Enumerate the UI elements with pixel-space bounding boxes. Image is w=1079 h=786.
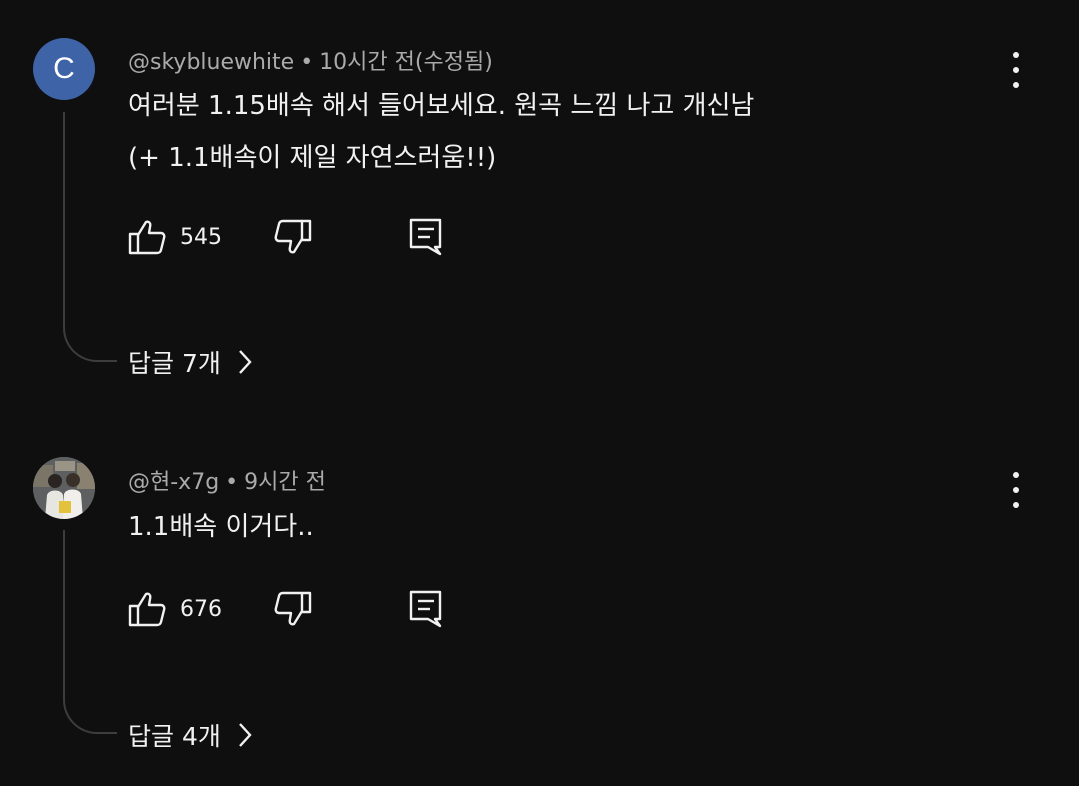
view-replies-button[interactable]: 답글 4개 bbox=[128, 715, 253, 755]
dislike-button[interactable] bbox=[274, 217, 312, 257]
comment-text-line: 여러분 1.15배속 해서 들어보세요. 원곡 느낌 나고 개신남 bbox=[128, 91, 755, 121]
comment-text: 1.1배속 이거다.. bbox=[128, 501, 314, 553]
thumb-up-icon bbox=[128, 592, 166, 627]
comment-text-line: 1.1배속 이거다.. bbox=[128, 512, 314, 542]
like-count: 545 bbox=[180, 224, 222, 250]
comment-icon bbox=[409, 590, 442, 628]
chevron-right-icon bbox=[237, 722, 253, 748]
comment-icon bbox=[409, 218, 442, 256]
more-options-button[interactable] bbox=[1004, 52, 1028, 88]
thread-connector bbox=[63, 112, 117, 362]
comment-author[interactable]: @skybluewhite bbox=[128, 50, 294, 75]
more-vertical-icon bbox=[1013, 52, 1019, 58]
avatar[interactable] bbox=[33, 457, 95, 519]
comment-actions: 676 bbox=[128, 589, 468, 629]
thumb-down-icon bbox=[274, 591, 312, 626]
comment-author[interactable]: @현-x7g bbox=[128, 470, 219, 495]
more-vertical-icon bbox=[1013, 472, 1019, 478]
thread-connector bbox=[63, 530, 117, 734]
like-button[interactable]: 545 bbox=[128, 217, 222, 257]
like-button[interactable]: 676 bbox=[128, 589, 222, 629]
comment-actions: 545 bbox=[128, 217, 468, 257]
reply-button[interactable] bbox=[408, 217, 444, 257]
view-replies-button[interactable]: 답글 7개 bbox=[128, 342, 253, 382]
comment-item: C @skybluewhite • 10시간 전(수정됨) 여러분 1.15배속 해… bbox=[0, 0, 1079, 400]
replies-label: 답글 7개 bbox=[128, 349, 221, 378]
comment-text: 여러분 1.15배속 해서 들어보세요. 원곡 느낌 나고 개신남 (+ 1.1… bbox=[128, 80, 754, 184]
avatar[interactable]: C bbox=[33, 38, 95, 100]
comment-meta: @현-x7g • 9시간 전 bbox=[128, 464, 326, 496]
avatar-letter: C bbox=[53, 52, 75, 85]
avatar-photo-icon bbox=[33, 457, 95, 519]
thumb-up-icon bbox=[128, 220, 166, 255]
meta-separator: • bbox=[300, 50, 314, 75]
comment-item: @현-x7g • 9시간 전 1.1배속 이거다.. 676 답글 4개 bbox=[0, 420, 1079, 786]
more-options-button[interactable] bbox=[1004, 472, 1028, 508]
reply-button[interactable] bbox=[408, 589, 444, 629]
thumb-down-icon bbox=[274, 219, 312, 254]
like-count: 676 bbox=[180, 596, 222, 622]
dislike-button[interactable] bbox=[274, 589, 312, 629]
meta-separator: • bbox=[225, 470, 239, 495]
comment-text-line: (+ 1.1배속이 제일 자연스러움!!) bbox=[128, 143, 497, 173]
comment-time: 10시간 전(수정됨) bbox=[319, 50, 493, 75]
comment-time: 9시간 전 bbox=[244, 470, 326, 495]
replies-label: 답글 4개 bbox=[128, 722, 221, 751]
comment-meta: @skybluewhite • 10시간 전(수정됨) bbox=[128, 44, 493, 76]
chevron-right-icon bbox=[237, 349, 253, 375]
